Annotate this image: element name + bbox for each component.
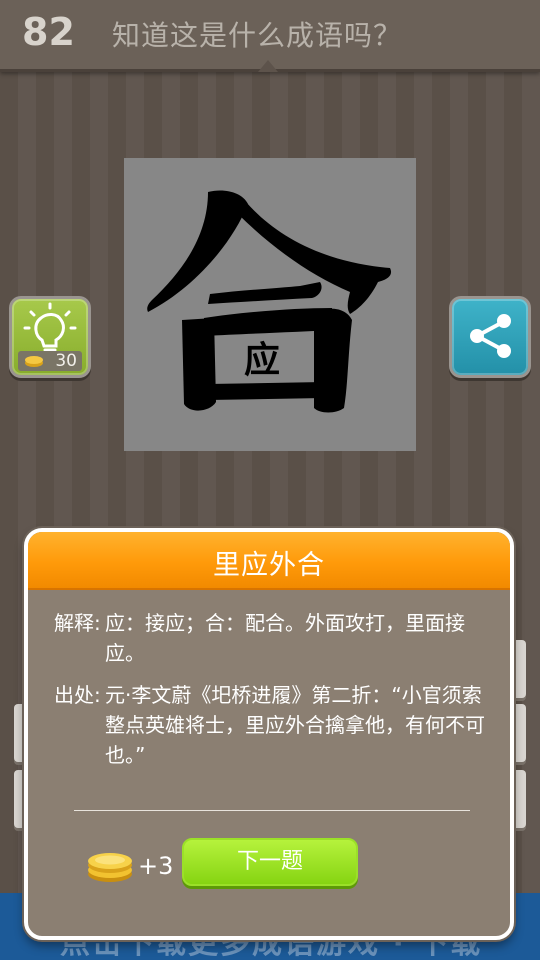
answer-slot bbox=[512, 704, 526, 762]
mouth-bottom bbox=[208, 382, 324, 400]
roof-bar bbox=[208, 282, 322, 304]
next-question-button[interactable]: 下一题 bbox=[182, 838, 358, 886]
reward-amount: +3 bbox=[138, 852, 174, 880]
dialog-header: 里应外合 bbox=[28, 532, 510, 590]
answer-dialog: 里应外合 解释: 应：接应；合：配合。外面攻打，里面接应。 出处: 元·李文蔚《… bbox=[24, 528, 514, 940]
divider bbox=[74, 810, 470, 811]
level-number: 82 bbox=[22, 10, 75, 54]
share-icon bbox=[470, 314, 511, 358]
answer-slot bbox=[512, 770, 526, 828]
inner-character: 应 bbox=[244, 339, 280, 381]
puzzle-glyph: 应 bbox=[147, 190, 392, 413]
next-question-label: 下一题 bbox=[236, 849, 303, 874]
answer-slot bbox=[512, 640, 526, 698]
coin-stack-icon bbox=[25, 356, 43, 367]
hint-cost: 30 bbox=[55, 351, 77, 371]
gold-coins-icon bbox=[88, 853, 132, 882]
share-button[interactable] bbox=[449, 296, 531, 378]
hint-button[interactable]: 30 bbox=[9, 296, 91, 378]
hint-cost-badge: 30 bbox=[18, 351, 82, 371]
puzzle-image: 应 bbox=[124, 158, 416, 451]
source-text: 元·李文蔚《圯桥进履》第二折：“小官须索整点英雄将士，里应外合擒拿他，有何不可也… bbox=[105, 683, 485, 767]
idiom-answer-title: 里应外合 bbox=[213, 550, 325, 581]
header-notch bbox=[258, 60, 278, 72]
source-section: 出处: 元·李文蔚《圯桥进履》第二折：“小官须索整点英雄将士，里应外合擒拿他，有… bbox=[54, 680, 494, 772]
explanation-text: 应：接应；合：配合。外面攻打，里面接应。 bbox=[105, 611, 465, 665]
question-prompt: 知道这是什么成语吗？ bbox=[112, 19, 403, 52]
explanation-section: 解释: 应：接应；合：配合。外面攻打，里面接应。 bbox=[54, 608, 494, 670]
